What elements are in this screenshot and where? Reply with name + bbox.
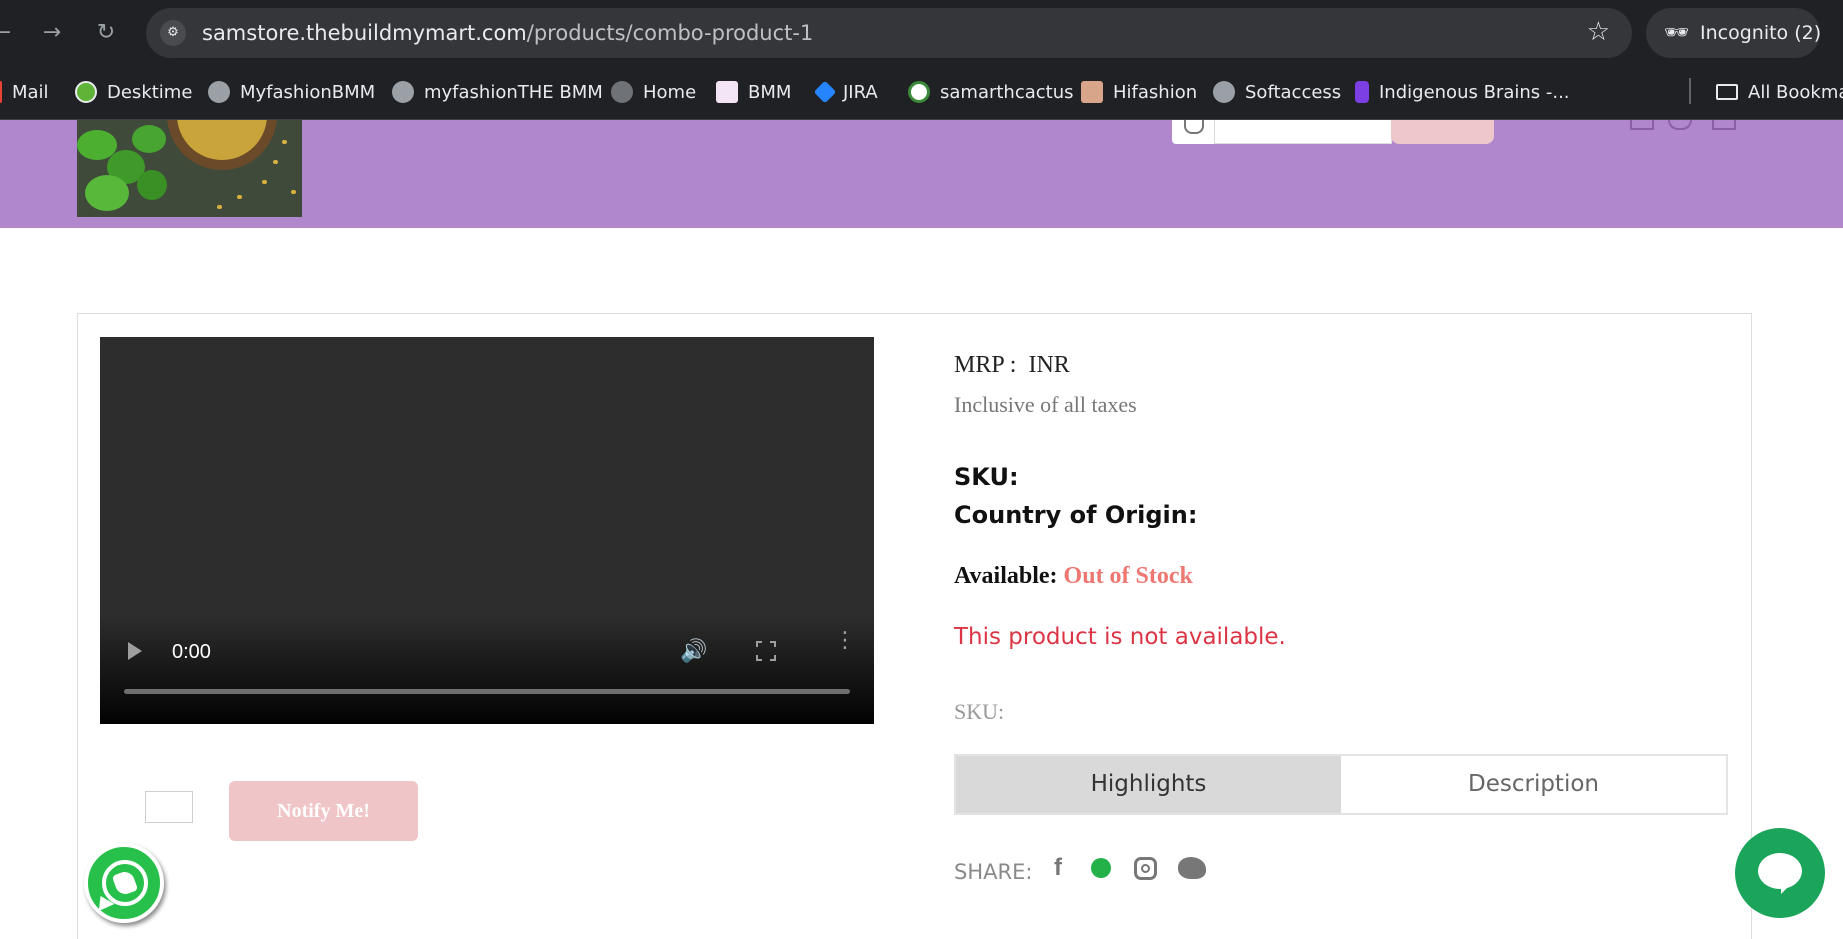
notify-me-button[interactable]: Notify Me! bbox=[229, 781, 418, 841]
share-label: SHARE: bbox=[954, 860, 1033, 884]
live-chat-button[interactable] bbox=[1735, 828, 1825, 918]
address-bar[interactable]: ⚙ samstore.thebuildmymart.com/products/c… bbox=[146, 8, 1632, 58]
sku-label: SKU: bbox=[954, 463, 1019, 491]
bookmark-home[interactable]: Home bbox=[611, 76, 696, 108]
incognito-button[interactable]: 🕶 Incognito (2) bbox=[1646, 8, 1821, 58]
not-available-message: This product is not available. bbox=[954, 624, 1286, 650]
bookmark-indigenous-brains[interactable]: Indigenous Brains -... bbox=[1355, 76, 1570, 108]
account-icon[interactable] bbox=[1630, 120, 1654, 130]
tab-highlights[interactable]: Highlights bbox=[956, 756, 1341, 813]
forward-icon[interactable]: → bbox=[36, 17, 68, 49]
bookmark-desktime[interactable]: Desktime bbox=[75, 76, 192, 108]
search-button[interactable] bbox=[1391, 120, 1494, 144]
incognito-icon: 🕶 bbox=[1664, 20, 1690, 44]
cactus-icon bbox=[908, 81, 930, 103]
bookmark-hifashion[interactable]: Hifashion bbox=[1081, 76, 1197, 108]
quantity-input[interactable] bbox=[145, 791, 193, 823]
cart-icon[interactable] bbox=[1712, 120, 1736, 130]
back-icon[interactable]: ← bbox=[0, 17, 18, 49]
country-of-origin-label: Country of Origin: bbox=[954, 501, 1198, 529]
whatsapp-share-icon[interactable] bbox=[1091, 858, 1111, 878]
bookmark-samarthcactus[interactable]: samarthcactus bbox=[908, 76, 1074, 108]
header-search bbox=[1172, 120, 1392, 144]
store-logo-image[interactable] bbox=[77, 120, 302, 217]
globe-icon bbox=[1213, 81, 1235, 103]
product-video[interactable]: 0:00 🔊 ⋮ bbox=[100, 337, 874, 724]
bookmark-softaccess[interactable]: Softaccess bbox=[1213, 76, 1341, 108]
mrp-price: MRP : INR bbox=[954, 352, 1070, 378]
bookmarks-divider bbox=[1689, 78, 1691, 104]
video-time: 0:00 bbox=[172, 641, 211, 663]
reload-icon[interactable]: ↻ bbox=[90, 17, 122, 49]
play-icon[interactable] bbox=[128, 642, 142, 660]
site-info-icon[interactable]: ⚙ bbox=[160, 20, 186, 46]
whatsapp-chat-button[interactable] bbox=[84, 843, 164, 923]
wishlist-icon[interactable] bbox=[1668, 120, 1692, 130]
instagram-icon[interactable] bbox=[1134, 857, 1157, 880]
tab-description[interactable]: Description bbox=[1341, 756, 1726, 813]
twitter-icon[interactable] bbox=[1178, 857, 1206, 879]
bookmark-jira[interactable]: JIRA bbox=[813, 76, 878, 108]
video-progress-bar[interactable] bbox=[124, 689, 850, 694]
globe-icon bbox=[208, 81, 230, 103]
bookmarks-bar: Mail Desktime MyfashionBMM myfashionTHE … bbox=[0, 66, 1843, 120]
bookmark-bmm[interactable]: BMM bbox=[716, 76, 791, 108]
availability-label: Available: bbox=[954, 563, 1058, 589]
availability: Available: Out of Stock bbox=[954, 563, 1193, 590]
sku-secondary-label: SKU: bbox=[954, 699, 1005, 724]
globe-icon bbox=[611, 81, 633, 103]
globe-icon bbox=[392, 81, 414, 103]
tax-note: Inclusive of all taxes bbox=[954, 392, 1137, 417]
fullscreen-icon[interactable] bbox=[756, 641, 776, 661]
avatar-icon bbox=[1081, 81, 1103, 103]
bookmark-myfashionthebmm[interactable]: myfashionTHE BMM bbox=[392, 76, 603, 108]
search-icon bbox=[1184, 120, 1204, 134]
stock-status: Out of Stock bbox=[1063, 563, 1193, 589]
site-header bbox=[0, 120, 1843, 228]
bookmark-myfashionbmm[interactable]: MyfashionBMM bbox=[208, 76, 375, 108]
bookmark-star-icon[interactable]: ☆ bbox=[1587, 17, 1610, 47]
volume-icon[interactable]: 🔊 bbox=[680, 639, 707, 664]
brain-icon bbox=[1355, 81, 1369, 103]
browser-toolbar: ← → ↻ ⚙ samstore.thebuildmymart.com/prod… bbox=[0, 0, 1843, 66]
all-bookmarks-button[interactable]: All Bookma bbox=[1716, 76, 1843, 108]
product-tabs: Highlights Description bbox=[954, 754, 1728, 815]
bookmark-mail[interactable]: Mail bbox=[0, 76, 49, 108]
facebook-icon[interactable]: f bbox=[1054, 854, 1062, 882]
gmail-icon bbox=[0, 81, 2, 103]
bmm-icon bbox=[716, 81, 738, 103]
url-text[interactable]: samstore.thebuildmymart.com/products/com… bbox=[202, 21, 813, 45]
desktime-icon bbox=[75, 81, 97, 103]
folder-icon bbox=[1716, 84, 1738, 100]
more-options-icon[interactable]: ⋮ bbox=[834, 630, 856, 652]
jira-icon bbox=[813, 80, 837, 104]
search-input[interactable] bbox=[1214, 120, 1392, 144]
